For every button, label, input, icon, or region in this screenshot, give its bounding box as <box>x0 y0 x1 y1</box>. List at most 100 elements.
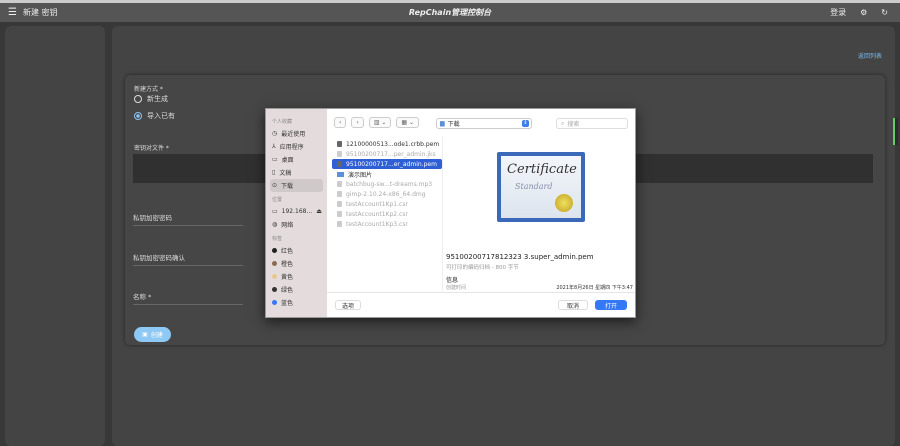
clock-icon: ◷ <box>272 130 278 137</box>
sidebar-tag[interactable]: 绿色 <box>270 283 323 296</box>
file-list: 12100000513...ode1.crbb.pem 95100200717..… <box>332 139 442 229</box>
file-icon <box>337 181 342 187</box>
file-icon <box>337 161 342 167</box>
tags-title: 标签 <box>272 236 283 242</box>
file-open-dialog: 个人收藏 ◷ 最近使用 ⅄ 应用程序 ▭ 桌面 ▯ 文稿 ⊙ 下载 位置 ▭ 192.168… <box>265 108 636 318</box>
scrollbar[interactable] <box>893 118 898 145</box>
network-icon: ◍ <box>272 221 278 228</box>
file-icon <box>337 151 342 157</box>
save-icon: ▣ <box>142 331 148 338</box>
file-name: 95100200717...er_admin.pem <box>346 160 437 168</box>
tag-dot-icon <box>272 287 277 292</box>
eject-icon[interactable]: ⏏ <box>316 208 322 215</box>
radio-import[interactable]: 导入已有 <box>134 111 175 121</box>
sidebar-tag[interactable]: 橙色 <box>270 257 323 270</box>
label: 橙色 <box>281 261 294 268</box>
file-name: batchbug-sw...t-dreams.mp3 <box>346 180 433 188</box>
tag-dot-icon <box>272 300 277 305</box>
file-row[interactable]: 演示图片 <box>332 169 442 179</box>
download-icon: ⊙ <box>272 182 278 189</box>
file-icon <box>337 211 342 217</box>
apps-icon: ⅄ <box>272 143 276 150</box>
dialog-toolbar: ‹ › ▥ ⌄ ▦ ⌄ <box>334 117 420 128</box>
file-row[interactable]: testAccount1Kp2.csr <box>332 209 442 219</box>
seal-icon <box>555 194 573 212</box>
create-button[interactable]: ▣ 创建 <box>134 327 171 342</box>
locations-title: 位置 <box>272 197 283 203</box>
dialog-footer: 选项 取消 打开 <box>327 292 635 319</box>
search-icon: ⌕ <box>561 119 565 127</box>
sidebar-item-network[interactable]: ◍ 网络 <box>270 218 323 231</box>
dialog-sidebar: 个人收藏 ◷ 最近使用 ⅄ 应用程序 ▭ 桌面 ▯ 文稿 ⊙ 下载 位置 ▭ 192.168… <box>266 109 327 317</box>
radio-label: 导入已有 <box>147 112 175 120</box>
cert-sub: Standard <box>515 182 553 191</box>
radio-circle[interactable] <box>134 95 142 103</box>
file-icon <box>337 201 342 207</box>
file-row[interactable]: testAccount1Kp3.csr <box>332 219 442 229</box>
file-row[interactable]: 95100200717...er_admin.pem <box>332 159 442 169</box>
preview-kind: 可打印的编码归档 - 800 字节 <box>446 265 519 271</box>
file-icon <box>337 221 342 227</box>
name-field[interactable]: 名称 * <box>133 291 243 305</box>
column-view-icon[interactable]: ▥ ⌄ <box>368 117 392 128</box>
file-icon <box>337 191 342 197</box>
sidebar-item-documents[interactable]: ▯ 文稿 <box>270 166 323 179</box>
cancel-button[interactable]: 取消 <box>558 300 588 310</box>
sidebar-item-server[interactable]: ▭ 192.168... ⏏ <box>270 205 323 218</box>
label: 最近使用 <box>281 131 306 138</box>
folder-icon <box>337 171 344 177</box>
file-name: gimp-2.10.24-x86_64.dmg <box>346 190 426 198</box>
sidebar-item-downloads[interactable]: ⊙ 下载 <box>270 179 323 192</box>
radio-label: 新生成 <box>147 95 168 103</box>
file-row[interactable]: 95100200717...per_admin.jks <box>332 149 442 159</box>
sidebar-item-recent[interactable]: ◷ 最近使用 <box>270 127 323 140</box>
location-dropdown[interactable]: ▆ 下载 ⇕ <box>436 118 532 129</box>
hamburger-icon[interactable]: ☰ <box>8 7 17 18</box>
top-bar: ☰ 新建 密钥 RepChain管理控制台 登录 ⚙ ↻ <box>0 0 900 22</box>
login-button[interactable]: 登录 <box>830 7 846 18</box>
keyfile-label: 密钥对文件 * <box>134 145 169 152</box>
file-name: testAccount1Kp2.csr <box>346 210 408 218</box>
divider <box>442 137 443 292</box>
back-to-list-link[interactable]: 返回列表 <box>858 51 882 60</box>
create-label: 创建 <box>150 332 163 339</box>
radio-new[interactable]: 新生成 <box>134 94 168 104</box>
sidebar-item-desktop[interactable]: ▭ 桌面 <box>270 153 323 166</box>
file-row[interactable]: 12100000513...ode1.crbb.pem <box>332 139 442 149</box>
file-icon <box>337 141 342 147</box>
open-button[interactable]: 打开 <box>595 300 627 310</box>
password-field[interactable]: 私钥加密密码 <box>133 212 243 226</box>
search-input[interactable]: ⌕ 搜索 <box>556 118 628 129</box>
app-title: RepChain管理控制台 <box>408 8 492 17</box>
label: 下载 <box>281 183 294 190</box>
label: 黄色 <box>281 274 294 281</box>
file-row[interactable]: testAccount1Kp1.csr <box>332 199 442 209</box>
preview-file-name: 95100200717812323 3.super_admin.pem <box>446 253 594 261</box>
folder-icon: ▆ <box>440 120 445 127</box>
sidebar-tag[interactable]: 黄色 <box>270 270 323 283</box>
tag-dot-icon <box>272 261 277 266</box>
gear-icon[interactable]: ⚙ <box>860 8 867 17</box>
page-title: 新建 密钥 <box>22 8 58 17</box>
sidebar-tag[interactable]: 蓝色 <box>270 296 323 309</box>
sidebar-item-apps[interactable]: ⅄ 应用程序 <box>270 140 323 153</box>
file-name: 95100200717...per_admin.jks <box>346 150 436 158</box>
sidebar-tag[interactable]: 红色 <box>270 244 323 257</box>
label: 网络 <box>281 222 294 229</box>
file-row[interactable]: batchbug-sw...t-dreams.mp3 <box>332 179 442 189</box>
refresh-icon[interactable]: ↻ <box>881 8 888 17</box>
forward-icon[interactable]: › <box>351 117 364 128</box>
file-row[interactable]: gimp-2.10.24-x86_64.dmg <box>332 189 442 199</box>
grid-view-icon[interactable]: ▦ ⌄ <box>396 117 420 128</box>
tag-dot-icon <box>272 274 277 279</box>
password-confirm-field[interactable]: 私钥加密密码确认 <box>133 252 243 266</box>
cert-title: Certificate <box>507 162 577 177</box>
radio-circle[interactable] <box>134 112 142 120</box>
options-button[interactable]: 选项 <box>335 300 361 310</box>
back-icon[interactable]: ‹ <box>334 117 347 128</box>
label: 192.168... <box>281 208 313 215</box>
label: 文稿 <box>279 170 292 177</box>
document-icon: ▯ <box>272 169 276 176</box>
method-label: 新建方式 * <box>134 86 163 93</box>
label: 桌面 <box>281 157 294 164</box>
